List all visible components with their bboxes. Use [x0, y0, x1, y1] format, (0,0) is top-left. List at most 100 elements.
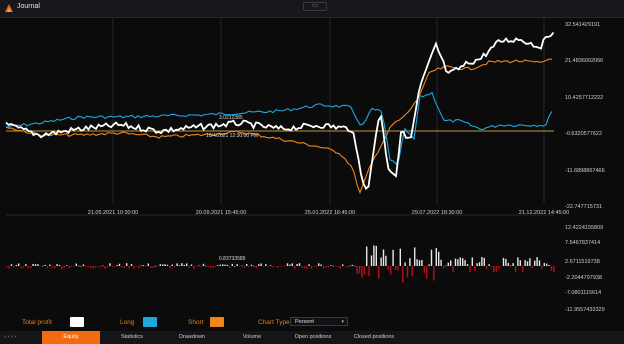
profit-bar: [418, 260, 421, 266]
profit-bar: [99, 266, 101, 268]
tab-volume[interactable]: Volume: [224, 331, 280, 344]
profit-bar: [303, 266, 305, 269]
tab-overflow-button[interactable]: › › › ›: [4, 331, 16, 344]
profit-bar: [80, 265, 82, 267]
profit-bar: [207, 266, 209, 268]
profit-bar: [351, 264, 353, 266]
chart-type-select[interactable]: Persent ▾: [290, 317, 348, 326]
profit-bar: [253, 265, 255, 267]
profit-bar: [358, 266, 361, 274]
tab-drawdown[interactable]: Drawdown: [164, 331, 220, 344]
profit-bar: [531, 266, 533, 269]
profit-bar: [447, 262, 449, 266]
profit-bar: [462, 258, 464, 266]
profit-bar: [226, 264, 229, 266]
x-tick-label: 25.01.2022 16:45:00: [305, 210, 355, 216]
profit-bar: [68, 266, 70, 269]
profit-bar: [310, 266, 313, 269]
profit-bar: [20, 266, 22, 269]
tab-statistics[interactable]: Statistics: [104, 331, 160, 344]
profit-bar: [510, 265, 512, 267]
profit-bar: [366, 246, 368, 266]
profit-bar: [128, 266, 130, 269]
profit-bar: [10, 264, 13, 266]
profit-bar: [51, 266, 53, 268]
profit-bar: [202, 263, 205, 266]
profit-bar: [322, 266, 325, 269]
profit-bar: [459, 257, 461, 266]
profit-bar: [406, 266, 409, 278]
sub-y-tick-label: 12.4224155809: [565, 225, 603, 231]
profit-bar: [361, 266, 363, 278]
profit-bar: [193, 266, 195, 269]
profit-bar: [522, 266, 524, 273]
profit-bar: [298, 263, 301, 266]
profit-bar: [284, 266, 286, 267]
profit-bar: [6, 266, 8, 268]
main-y-axis-labels: 32.541429191 21.4836002066 10.4257712222 -0…: [565, 22, 605, 210]
profit-bar: [514, 266, 517, 272]
profit-bar: [534, 260, 536, 266]
profit-bar: [22, 266, 25, 268]
profit-bar: [267, 266, 269, 267]
profit-bar: [500, 266, 502, 267]
x-tick-label: 29.07.2022 18:30:00: [412, 210, 462, 216]
bar-value-label: 0.83733589: [219, 256, 246, 262]
long-color-swatch[interactable]: [143, 317, 157, 327]
restore-button[interactable]: ▭: [303, 2, 327, 11]
profit-bar: [538, 260, 541, 266]
profit-bar: [97, 266, 99, 267]
sub-y-tick-label: -7.0801115614: [565, 290, 601, 296]
profit-bar: [87, 266, 89, 268]
profit-bar: [474, 266, 476, 272]
profit-bar: [166, 264, 169, 266]
profit-bar: [320, 264, 322, 266]
tab-open-positions[interactable]: Open positions: [284, 331, 342, 344]
tab-equity[interactable]: Equity: [42, 331, 100, 344]
profit-bar: [214, 266, 217, 268]
profit-bar: [546, 263, 548, 266]
profit-bars: [6, 245, 555, 283]
profit-bar: [433, 266, 435, 281]
profit-bar: [243, 266, 245, 268]
profit-bar: [524, 260, 526, 266]
profit-bar: [205, 265, 207, 267]
profit-bar: [337, 266, 339, 268]
profit-bar: [258, 264, 260, 266]
profit-bar: [54, 266, 56, 269]
profit-bar: [488, 264, 490, 266]
profit-bar: [464, 260, 466, 266]
profit-bar: [541, 266, 543, 269]
profit-bar: [471, 257, 473, 266]
profit-bar: [382, 249, 385, 266]
profit-bar: [495, 266, 497, 272]
profit-bar: [435, 248, 437, 266]
profit-bar: [78, 265, 80, 267]
profit-bar: [308, 264, 310, 266]
profit-bar: [313, 266, 315, 267]
y-tick-label: -0.6320577622: [565, 131, 602, 137]
chart-type-value: Persent: [295, 319, 314, 325]
profit-bar: [195, 266, 197, 267]
short-color-swatch[interactable]: [210, 317, 224, 327]
profit-bar: [529, 258, 531, 266]
x-tick-label: 21.12.2022 14:45:00: [519, 210, 569, 216]
profit-bar: [346, 266, 349, 268]
profit-bar: [121, 266, 123, 268]
tab-closed-positions[interactable]: Closed positions: [344, 331, 404, 344]
short-label: Short: [188, 319, 204, 326]
profit-bar: [450, 260, 452, 266]
profit-bar: [445, 265, 447, 267]
profit-bar: [138, 266, 140, 269]
profit-bar: [111, 266, 113, 267]
profit-bar: [394, 266, 397, 270]
profit-bar: [315, 266, 317, 268]
profit-bar: [224, 264, 226, 266]
profit-bar: [416, 259, 418, 266]
profit-bar: [421, 260, 423, 266]
profit-bar: [380, 257, 382, 266]
total-profit-color-swatch[interactable]: [70, 317, 84, 327]
profit-bar: [260, 263, 262, 266]
equity-chart: 3.0212385 10/4/2021 12:30:00 PM 32.54142…: [5, 17, 605, 313]
profit-bar: [387, 266, 389, 270]
